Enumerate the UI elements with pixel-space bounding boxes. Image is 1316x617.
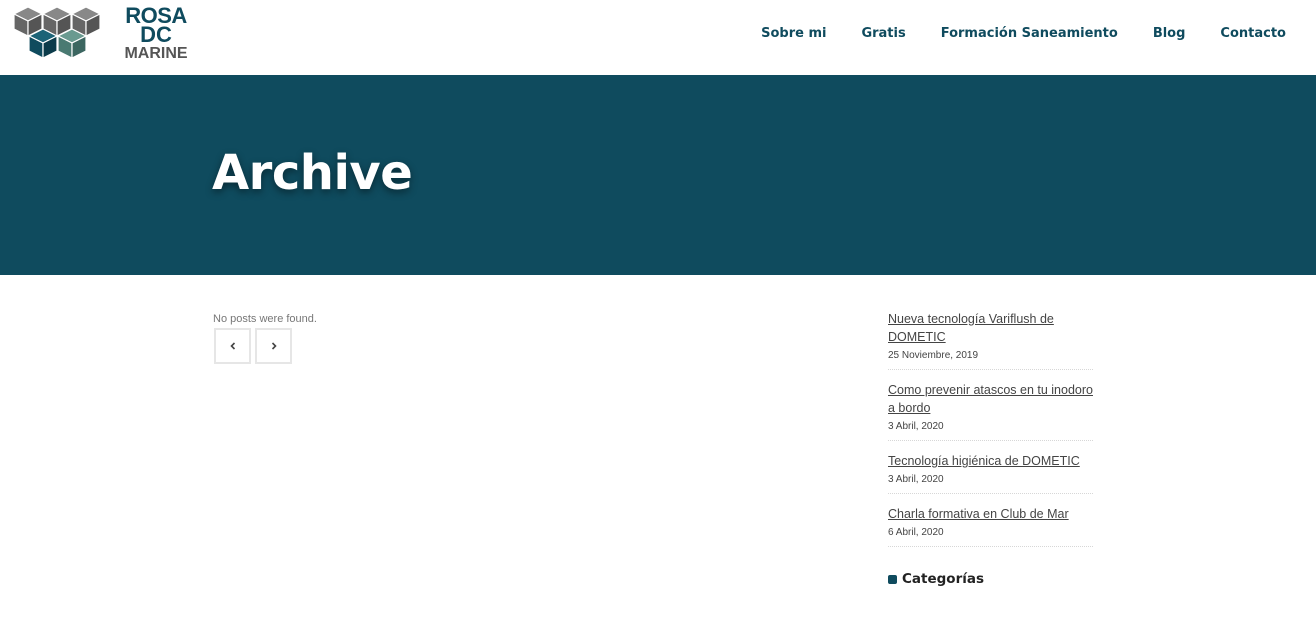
chevron-right-icon: [271, 342, 277, 350]
hero-banner: Archive: [0, 75, 1316, 275]
post-date: 25 Noviembre, 2019: [888, 350, 979, 361]
post-date: 6 Abril, 2020: [888, 527, 944, 538]
post-title-link[interactable]: Charla formativa en Club de Mar: [888, 505, 1093, 523]
site-logo[interactable]: ROSA DC MARINE: [14, 5, 194, 67]
square-bullet-icon: [888, 574, 897, 584]
list-item: Charla formativa en Club de Mar 6 Abril,…: [888, 505, 1093, 547]
post-title-link[interactable]: Tecnología higiénica de DOMETIC: [888, 452, 1093, 470]
chevron-left-icon: [229, 342, 235, 350]
list-item: Tecnología higiénica de DOMETIC 3 Abril,…: [888, 452, 1093, 494]
empty-message: No posts were found.: [213, 313, 317, 325]
list-item: Nueva tecnología Variflush de DOMETIC 25…: [888, 310, 1093, 370]
cubes-logo-icon: [14, 6, 102, 59]
categories-heading: Categorías: [888, 571, 1093, 587]
post-title-link[interactable]: Nueva tecnología Variflush de DOMETIC: [888, 310, 1093, 346]
list-item: Como prevenir atascos en tu inodoro a bo…: [888, 381, 1093, 441]
pagination: [214, 328, 296, 364]
post-title-link[interactable]: Como prevenir atascos en tu inodoro a bo…: [888, 381, 1093, 417]
page-title: Archive: [212, 145, 413, 201]
nav-item-formacion[interactable]: Formación Saneamiento: [941, 26, 1118, 41]
nav-item-contacto[interactable]: Contacto: [1220, 26, 1286, 41]
main-nav: Sobre mi Gratis Formación Saneamiento Bl…: [726, 26, 1286, 41]
nav-item-blog[interactable]: Blog: [1153, 26, 1186, 41]
prev-page-button[interactable]: [214, 328, 251, 364]
post-date: 3 Abril, 2020: [888, 421, 944, 432]
categories-heading-label: Categorías: [902, 571, 984, 587]
nav-item-gratis[interactable]: Gratis: [861, 26, 905, 41]
nav-item-sobre-mi[interactable]: Sobre mi: [761, 26, 826, 41]
sidebar: Nueva tecnología Variflush de DOMETIC 25…: [888, 310, 1093, 587]
logo-line-marine: MARINE: [124, 45, 188, 62]
site-header: ROSA DC MARINE Sobre mi Gratis Formación…: [0, 0, 1316, 75]
logo-wordmark: ROSA DC MARINE: [118, 5, 194, 64]
post-date: 3 Abril, 2020: [888, 474, 944, 485]
next-page-button[interactable]: [255, 328, 292, 364]
